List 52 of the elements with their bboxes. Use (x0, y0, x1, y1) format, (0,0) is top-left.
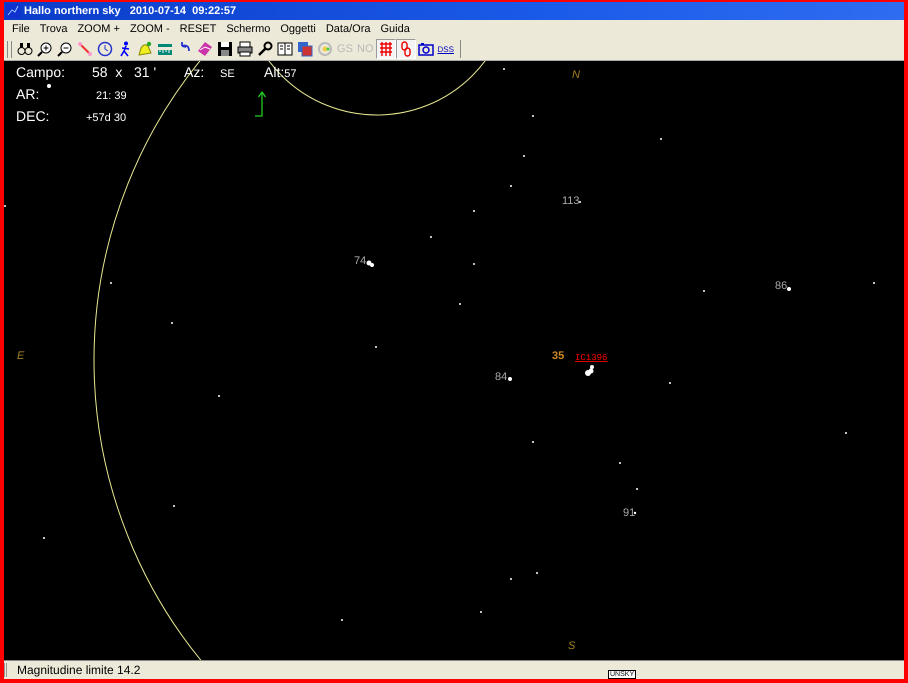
toolbar-icon-button[interactable] (235, 39, 255, 59)
compass-label: S (568, 640, 576, 652)
wrench-icon (257, 41, 273, 57)
window-title: Hallo northern sky 2010-07-14 09:22:57 (24, 5, 236, 17)
dec-label: DEC: (16, 108, 50, 124)
altitude-value: 57 (284, 68, 296, 80)
toolbar-icon-button[interactable] (95, 39, 115, 59)
toolbar-grip[interactable] (7, 40, 12, 58)
toolbar-icon-button[interactable] (215, 39, 235, 59)
ruler-icon (157, 41, 173, 57)
menu-item[interactable]: RESET (174, 23, 222, 35)
star-label[interactable]: 35 (552, 350, 564, 362)
dec-value: +57d 30 (86, 112, 126, 124)
ra-label: AR: (16, 86, 40, 102)
menu-item[interactable]: Data/Ora (320, 23, 376, 35)
field-label: Campo: (16, 64, 66, 80)
ra-value: 21: 39 (96, 90, 127, 102)
binoculars-icon (17, 41, 33, 57)
zoom-in-icon (37, 41, 53, 57)
line-icon (77, 41, 93, 57)
compass-label: E (17, 350, 24, 362)
menu-item[interactable]: ZOOM + (72, 23, 125, 35)
azimuth-value: SE (220, 68, 236, 80)
menu-item[interactable]: Trova (34, 23, 72, 35)
book-icon (197, 41, 213, 57)
menu-item[interactable]: Schermo (221, 23, 276, 35)
windows-icon (297, 41, 313, 57)
menu-item[interactable]: ZOOM - (124, 23, 175, 35)
disc-icon (317, 41, 333, 57)
grid-icon (378, 41, 394, 57)
compass-label: N (572, 69, 580, 81)
dss-link[interactable]: DSS (436, 39, 456, 59)
star-label[interactable]: 84 (495, 371, 508, 383)
star-label[interactable]: 86 (775, 280, 788, 292)
bell-icon (137, 41, 153, 57)
field-value: 58 x 31 ' (92, 64, 158, 80)
star-label[interactable]: 113 (562, 195, 580, 207)
status-text: Magnitudine limite 14.2 (4, 663, 140, 677)
star-label[interactable]: 91 (623, 507, 636, 519)
printer-icon (237, 41, 253, 57)
zoom-out-icon (57, 41, 73, 57)
camera-icon (418, 41, 434, 57)
constellation-icon (6, 4, 20, 18)
star-label[interactable]: 74 (354, 255, 366, 267)
star-label[interactable]: IC1396 (575, 353, 608, 363)
menu-item[interactable]: File (7, 23, 35, 35)
clock-icon (97, 41, 113, 57)
menu-item[interactable]: Guida (375, 23, 415, 35)
open-book-icon (277, 41, 293, 57)
save-icon (217, 41, 233, 57)
direction-arrow (255, 90, 266, 117)
menu-item[interactable]: Oggetti (275, 23, 321, 35)
